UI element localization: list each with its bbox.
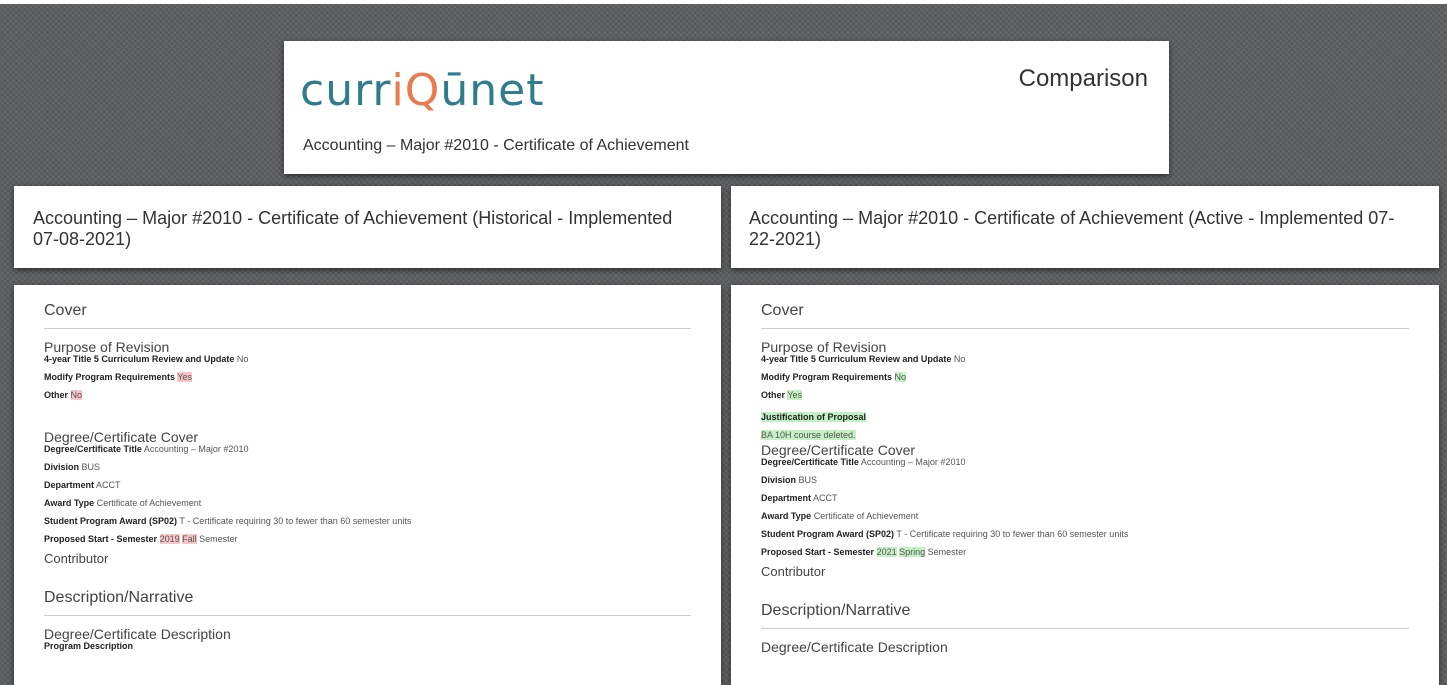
degree-title-value: Accounting – Major #2010	[860, 457, 966, 467]
cover-section-heading: Cover	[44, 302, 691, 329]
department-value: ACCT	[813, 493, 838, 503]
department-row: Department ACCT	[44, 480, 691, 491]
purpose-heading: Purpose of Revision	[44, 339, 170, 355]
justification-row: Justification of Proposal	[761, 412, 1409, 423]
modify-label: Modify Program Requirements	[44, 372, 176, 382]
logo-part-3: ūnet	[440, 65, 545, 116]
justification-label-added: Justification of Proposal	[761, 412, 867, 422]
degree-title-label: Degree/Certificate Title	[761, 457, 859, 467]
award-type-value: Certificate of Achievement	[813, 511, 919, 521]
title5-row: 4-year Title 5 Curriculum Review and Upd…	[44, 354, 691, 365]
historical-version-panel: Cover Purpose of Revision 4-year Title 5…	[14, 285, 721, 685]
department-row: Department ACCT	[761, 493, 1409, 504]
cover-section-heading: Cover	[761, 302, 1409, 329]
sp02-label: Student Program Award (SP02)	[761, 529, 895, 539]
start-suffix: Semester	[927, 547, 967, 557]
program-description-row: Program Description	[44, 641, 691, 652]
award-type-row: Award Type Certificate of Achievement	[761, 511, 1409, 522]
sp02-value: T - Certificate requiring 30 to fewer th…	[179, 516, 412, 526]
title5-label: 4-year Title 5 Curriculum Review and Upd…	[44, 354, 235, 364]
justification-value-added: BA 10H course deleted.	[761, 430, 856, 440]
other-row: Other Yes	[761, 390, 1409, 401]
start-year-removed: 2019	[159, 534, 180, 544]
start-semester-row: Proposed Start - Semester 2019 Fall Seme…	[44, 534, 691, 545]
degree-cover-heading: Degree/Certificate Cover	[44, 429, 199, 445]
modify-label: Modify Program Requirements	[761, 372, 893, 382]
other-label: Other	[44, 390, 69, 400]
modify-value-added: No	[894, 372, 907, 382]
contributor-heading: Contributor	[761, 564, 826, 579]
start-term-added: Spring	[899, 547, 926, 557]
division-row: Division BUS	[761, 475, 1409, 486]
title5-value: No	[953, 354, 966, 364]
page-title: Comparison	[1018, 65, 1148, 92]
sp02-label: Student Program Award (SP02)	[44, 516, 178, 526]
start-semester-label: Proposed Start - Semester	[44, 534, 158, 544]
modify-row: Modify Program Requirements No	[761, 372, 1409, 383]
comparison-header: curriQūnet Accounting – Major #2010 - Ce…	[284, 41, 1169, 174]
degree-title-label: Degree/Certificate Title	[44, 444, 142, 454]
start-term-removed: Fall	[182, 534, 197, 544]
degree-title-row: Degree/Certificate Title Accounting – Ma…	[44, 444, 691, 455]
header-subtitle: Accounting – Major #2010 - Certificate o…	[303, 137, 689, 154]
sp02-value: T - Certificate requiring 30 to fewer th…	[896, 529, 1129, 539]
justification-value-row: BA 10H course deleted.	[761, 430, 1409, 441]
department-label: Department	[44, 480, 95, 490]
logo-part-1: curr	[300, 65, 392, 116]
active-version-panel: Cover Purpose of Revision 4-year Title 5…	[731, 285, 1439, 685]
start-suffix: Semester	[199, 534, 238, 544]
active-version-title: Accounting – Major #2010 - Certificate o…	[731, 186, 1439, 268]
start-year-added: 2021	[876, 547, 897, 557]
modify-row: Modify Program Requirements Yes	[44, 372, 691, 383]
purpose-heading: Purpose of Revision	[761, 339, 887, 355]
sp02-row: Student Program Award (SP02) T - Certifi…	[761, 529, 1409, 540]
start-semester-label: Proposed Start - Semester	[761, 547, 875, 557]
description-section-heading: Description/Narrative	[44, 589, 691, 616]
top-bar	[0, 0, 1447, 4]
degree-description-heading: Degree/Certificate Description	[44, 626, 231, 642]
sp02-row: Student Program Award (SP02) T - Certifi…	[44, 516, 691, 527]
degree-description-heading: Degree/Certificate Description	[761, 639, 948, 655]
start-semester-row: Proposed Start - Semester 2021 Spring Se…	[761, 547, 1409, 558]
other-value-added: Yes	[787, 390, 803, 400]
title5-value: No	[236, 354, 249, 364]
division-value: BUS	[798, 475, 818, 485]
contributor-heading: Contributor	[44, 551, 109, 566]
other-label: Other	[761, 390, 786, 400]
division-row: Division BUS	[44, 462, 691, 473]
award-type-label: Award Type	[44, 498, 95, 508]
degree-title-value: Accounting – Major #2010	[143, 444, 249, 454]
historical-version-title: Accounting – Major #2010 - Certificate o…	[14, 186, 721, 268]
department-value: ACCT	[96, 480, 121, 490]
description-section-heading: Description/Narrative	[761, 602, 1409, 629]
division-label: Division	[44, 462, 80, 472]
award-type-label: Award Type	[761, 511, 812, 521]
title5-label: 4-year Title 5 Curriculum Review and Upd…	[761, 354, 952, 364]
modify-value-removed: Yes	[177, 372, 193, 382]
division-value: BUS	[81, 462, 101, 472]
award-type-row: Award Type Certificate of Achievement	[44, 498, 691, 509]
logo-part-2: iQ	[391, 65, 441, 116]
award-type-value: Certificate of Achievement	[96, 498, 202, 508]
other-row: Other No	[44, 390, 691, 401]
curriqunet-logo: curriQūnet	[300, 69, 544, 113]
division-label: Division	[761, 475, 797, 485]
program-description-label: Program Description	[44, 641, 134, 651]
department-label: Department	[761, 493, 812, 503]
title5-row: 4-year Title 5 Curriculum Review and Upd…	[761, 354, 1409, 365]
degree-title-row: Degree/Certificate Title Accounting – Ma…	[761, 457, 1409, 468]
other-value-removed: No	[70, 390, 83, 400]
degree-cover-heading: Degree/Certificate Cover	[761, 442, 916, 458]
